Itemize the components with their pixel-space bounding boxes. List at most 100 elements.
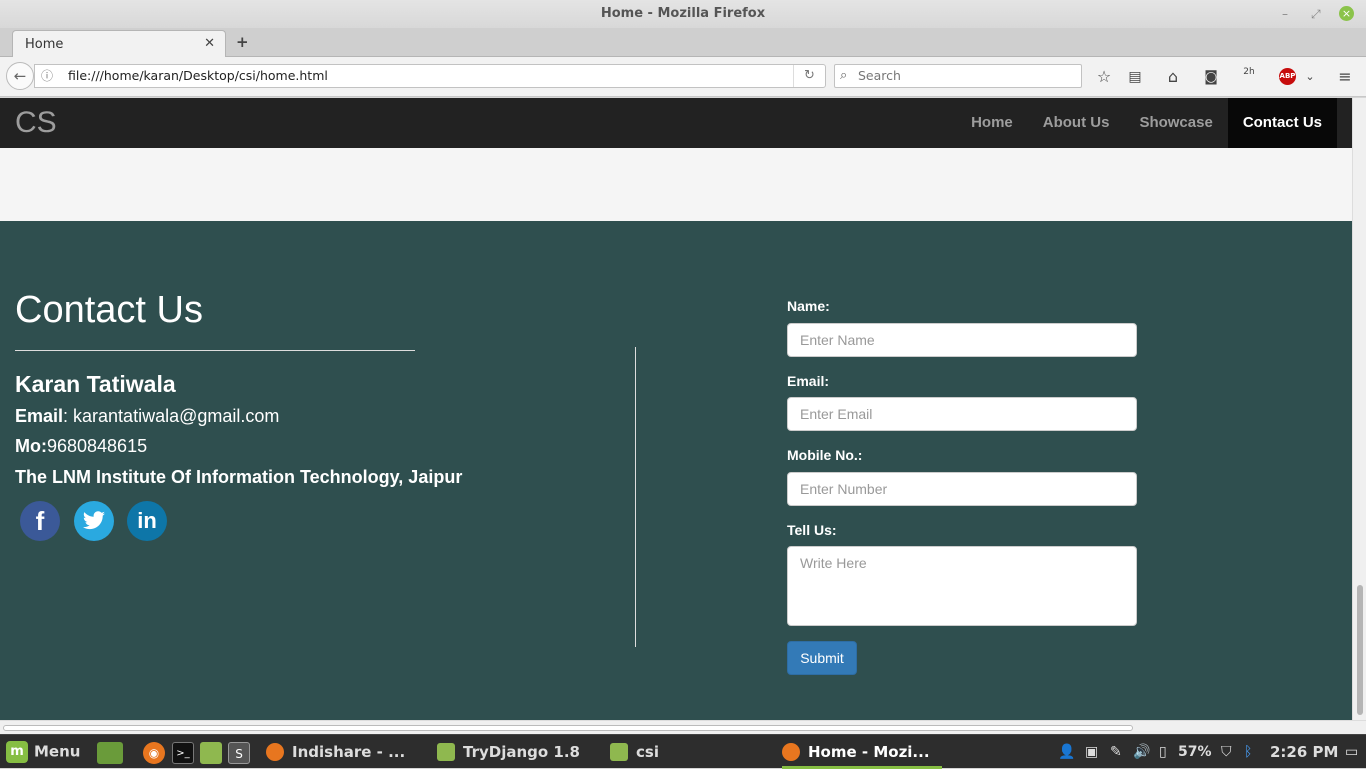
search-icon: ⌕ xyxy=(840,68,848,83)
tab-strip: Home ✕ + xyxy=(0,28,1366,58)
contact-name: Karan Tatiwala xyxy=(15,371,176,397)
taskbar-window-csi[interactable]: csi xyxy=(610,735,770,769)
terminal-launcher-icon[interactable]: >_ xyxy=(172,742,194,764)
hamburger-menu-icon[interactable]: ≡ xyxy=(1334,66,1356,88)
close-tab-icon[interactable]: ✕ xyxy=(204,36,215,51)
new-tab-icon[interactable]: + xyxy=(236,33,249,51)
firefox-icon xyxy=(782,743,800,761)
page-viewport: CS Home About Us Showcase Contact Us Con… xyxy=(0,98,1352,720)
show-desktop-tray-icon[interactable]: ▭ xyxy=(1345,735,1358,769)
taskbar-window-trydjango[interactable]: TryDjango 1.8 xyxy=(437,735,602,769)
contact-section: Contact Us Karan Tatiwala Email: karanta… xyxy=(0,221,1352,720)
timer-badge: 2h xyxy=(1243,67,1255,77)
site-brand[interactable]: CS xyxy=(15,106,57,140)
shield-icon[interactable]: ⛉ xyxy=(1221,735,1232,769)
url-text: file:///home/karan/Desktop/csi/home.html xyxy=(68,68,328,83)
nav-about-us[interactable]: About Us xyxy=(1028,98,1125,148)
vertical-scrollbar[interactable] xyxy=(1352,98,1366,720)
folder-icon xyxy=(610,743,628,761)
firefox-launcher-icon[interactable]: ◉ xyxy=(143,742,165,764)
mobile-value: 9680848615 xyxy=(46,436,148,456)
bookmark-star-icon[interactable]: ☆ xyxy=(1093,66,1115,88)
mint-logo-icon: m xyxy=(6,741,28,763)
minimize-icon[interactable]: – xyxy=(1282,0,1288,28)
update-manager-icon[interactable]: ▣ xyxy=(1085,735,1098,769)
window-label: csi xyxy=(636,743,659,761)
submit-button[interactable]: Submit xyxy=(787,641,857,675)
start-menu-button[interactable]: m Menu xyxy=(6,741,80,763)
nav-showcase[interactable]: Showcase xyxy=(1124,98,1227,148)
maximize-icon[interactable]: ⤢ xyxy=(1311,0,1321,28)
tab-label: Home xyxy=(25,37,64,52)
email-value: : karantatiwala@gmail.com xyxy=(63,406,280,426)
battery-icon[interactable]: ▯ xyxy=(1159,735,1167,769)
window-title: Home - Mozilla Firefox xyxy=(600,6,766,21)
home-icon[interactable]: ⌂ xyxy=(1162,66,1184,88)
tell-us-placeholder: Write Here xyxy=(800,555,867,571)
name-label: Name: xyxy=(787,298,830,314)
window-titlebar: Home - Mozilla Firefox xyxy=(0,0,1366,28)
chevron-down-icon[interactable]: ⌄ xyxy=(1299,66,1321,88)
twitter-icon[interactable] xyxy=(74,501,114,541)
mobile-placeholder: Enter Number xyxy=(800,481,888,497)
show-desktop-icon[interactable] xyxy=(97,742,123,764)
mobile-label: Mo: xyxy=(15,436,47,456)
clock[interactable]: 2:26 PM xyxy=(1270,735,1338,769)
tell-us-textarea[interactable]: Write Here xyxy=(787,546,1137,626)
horizontal-scrollbar[interactable] xyxy=(0,720,1366,734)
contact-email-line: Email: karantatiwala@gmail.com xyxy=(15,406,279,427)
window-label: Indishare - ... xyxy=(292,743,406,761)
contact-mobile-line: Mo:9680848615 xyxy=(15,436,147,457)
facebook-icon[interactable]: f xyxy=(20,501,60,541)
name-placeholder: Enter Name xyxy=(800,332,875,348)
bookmarks-list-icon[interactable]: ▤ xyxy=(1124,66,1146,88)
tools-icon[interactable]: ✎ xyxy=(1110,735,1122,769)
info-icon[interactable]: ⓘ xyxy=(41,65,53,87)
column-divider xyxy=(635,347,636,647)
adblock-icon[interactable]: ABP xyxy=(1279,68,1296,85)
email-field[interactable]: Enter Email xyxy=(787,397,1137,431)
sublime-launcher-icon[interactable]: S xyxy=(228,742,250,764)
email-form-label: Email: xyxy=(787,373,830,389)
firefox-icon xyxy=(266,743,284,761)
url-bar[interactable]: ⓘ file:///home/karan/Desktop/csi/home.ht… xyxy=(34,64,826,88)
abp-label: ABP xyxy=(1279,72,1296,80)
back-arrow-icon: ← xyxy=(13,67,27,85)
taskbar-window-home-firefox[interactable]: Home - Mozi... xyxy=(782,735,942,769)
browser-toolbar: ⓘ file:///home/karan/Desktop/csi/home.ht… xyxy=(0,57,1366,97)
horizontal-scroll-thumb[interactable] xyxy=(3,725,1133,731)
window-label: Home - Mozi... xyxy=(808,743,930,761)
section-spacer xyxy=(0,148,1352,221)
timer-extension-icon[interactable]: 2h xyxy=(1238,66,1260,88)
tab-home[interactable]: Home ✕ xyxy=(12,30,226,58)
user-icon[interactable]: 👤 xyxy=(1058,735,1075,769)
title-underline xyxy=(15,350,415,351)
tell-us-label: Tell Us: xyxy=(787,522,837,538)
battery-percent: 57% xyxy=(1178,744,1212,760)
taskbar-window-indishare[interactable]: Indishare - ... xyxy=(266,735,426,769)
pocket-icon[interactable]: ◙ xyxy=(1200,66,1222,88)
site-nav-links: Home About Us Showcase Contact Us xyxy=(956,98,1337,148)
nav-home[interactable]: Home xyxy=(956,98,1028,148)
contact-title: Contact Us xyxy=(15,289,203,331)
email-placeholder: Enter Email xyxy=(800,406,873,422)
nav-contact-us[interactable]: Contact Us xyxy=(1227,98,1337,148)
name-field[interactable]: Enter Name xyxy=(787,323,1137,357)
mobile-field[interactable]: Enter Number xyxy=(787,472,1137,506)
folder-icon xyxy=(437,743,455,761)
contact-institute: The LNM Institute Of Information Technol… xyxy=(15,467,463,487)
mobile-form-label: Mobile No.: xyxy=(787,447,863,463)
close-window-icon[interactable]: × xyxy=(1339,6,1354,21)
back-button[interactable]: ← xyxy=(6,62,34,90)
reload-icon[interactable]: ↻ xyxy=(793,65,825,87)
linkedin-icon[interactable]: in xyxy=(127,501,167,541)
vertical-scroll-thumb[interactable] xyxy=(1357,585,1363,715)
search-input[interactable]: ⌕ Search xyxy=(834,64,1082,88)
search-placeholder: Search xyxy=(858,68,901,83)
taskbar: m Menu ◉ >_ S Indishare - ... TryDjango 1… xyxy=(0,734,1366,769)
volume-icon[interactable]: 🔊 xyxy=(1133,735,1150,769)
window-label: TryDjango 1.8 xyxy=(463,743,580,761)
bluetooth-icon[interactable]: ᛒ xyxy=(1244,735,1252,769)
files-launcher-icon[interactable] xyxy=(200,742,222,764)
menu-label: Menu xyxy=(34,742,81,761)
